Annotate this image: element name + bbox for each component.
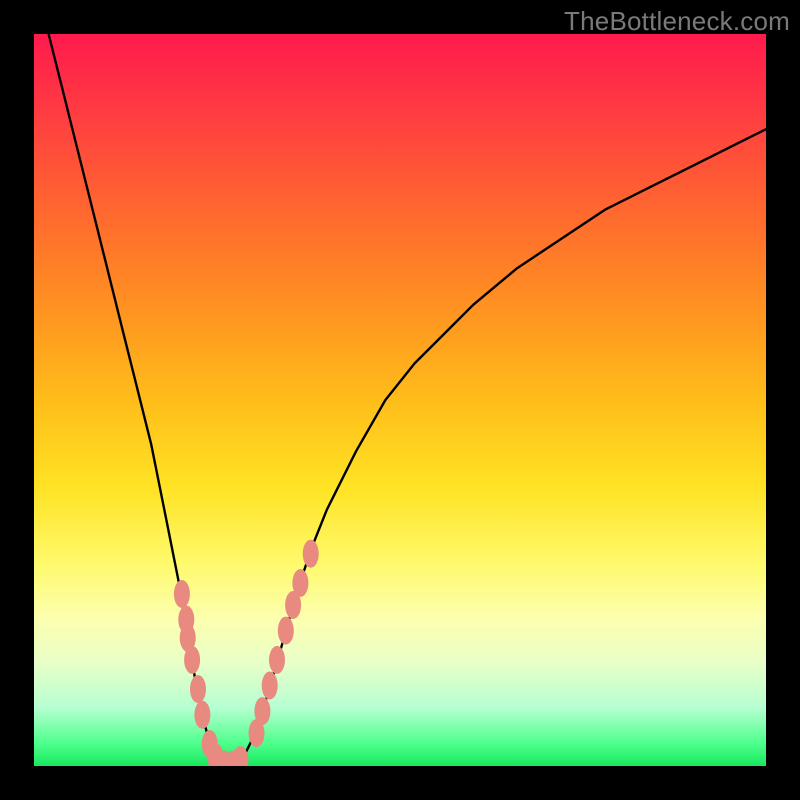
marker-right bbox=[262, 672, 278, 700]
marker-right bbox=[303, 540, 319, 568]
watermark-text: TheBottleneck.com bbox=[564, 6, 790, 37]
bottleneck-chart bbox=[34, 34, 766, 766]
marker-right bbox=[292, 569, 308, 597]
chart-frame: TheBottleneck.com bbox=[0, 0, 800, 800]
plot-area bbox=[34, 34, 766, 766]
marker-left bbox=[194, 701, 210, 729]
marker-left bbox=[184, 646, 200, 674]
marker-left bbox=[190, 675, 206, 703]
marker-right bbox=[278, 617, 294, 645]
marker-left bbox=[174, 580, 190, 608]
marker-right bbox=[269, 646, 285, 674]
curve-path bbox=[34, 34, 766, 766]
marker-right bbox=[254, 697, 270, 725]
marker-left bbox=[232, 746, 248, 766]
